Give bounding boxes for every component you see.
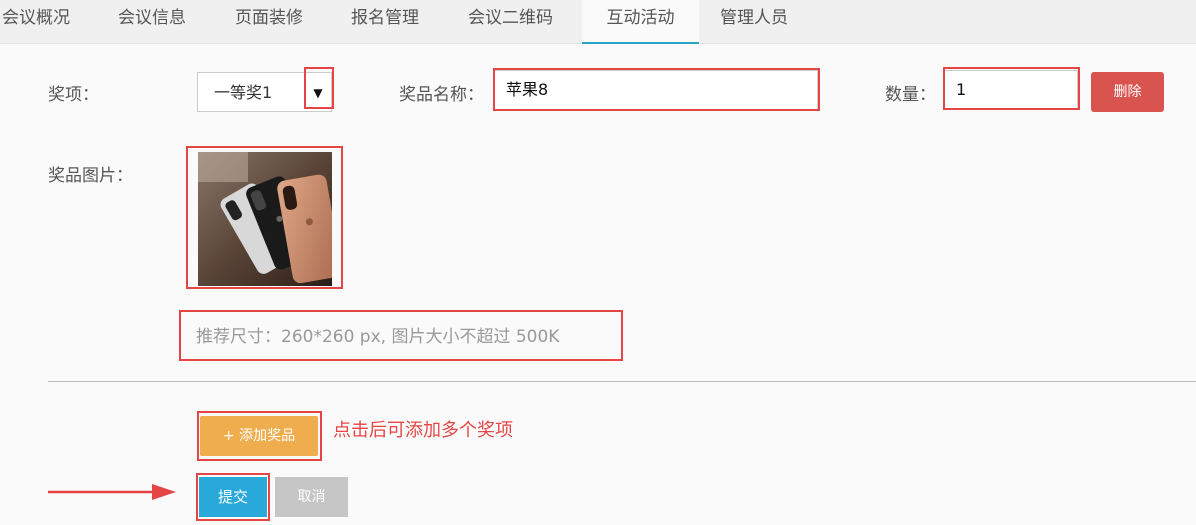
annotation-box-submit — [196, 473, 270, 521]
delete-button[interactable]: 删除 — [1091, 72, 1164, 112]
tab-qr-code[interactable]: 会议二维码 — [466, 0, 555, 44]
divider — [48, 381, 1196, 382]
annotation-box-add-prize — [197, 411, 322, 461]
prize-label: 奖项： — [48, 85, 99, 105]
annotation-box-prize-name — [493, 68, 820, 111]
tab-meeting-info[interactable]: 会议信息 — [116, 0, 188, 44]
annotation-box-select-arrow — [304, 67, 334, 109]
add-prize-note: 点击后可添加多个奖项 — [333, 420, 513, 441]
prize-name-label: 奖品名称： — [399, 85, 484, 105]
arrow-right-icon — [48, 484, 176, 500]
tab-overview[interactable]: 会议概况 — [0, 0, 72, 44]
annotation-box-hint — [179, 310, 623, 361]
tab-admins[interactable]: 管理人员 — [718, 0, 790, 44]
tab-bar: 会议概况 会议信息 页面装修 报名管理 会议二维码 互动活动 管理人员 — [0, 0, 1196, 44]
tab-registration[interactable]: 报名管理 — [349, 0, 421, 44]
quantity-label: 数量： — [885, 85, 936, 105]
prize-select-value: 一等奖1 — [214, 83, 273, 102]
annotation-box-quantity — [943, 67, 1080, 110]
annotation-box-image — [186, 146, 343, 289]
tab-interactive-activity[interactable]: 互动活动 — [582, 0, 699, 44]
tab-page-decor[interactable]: 页面装修 — [233, 0, 305, 44]
prize-image-label: 奖品图片： — [48, 166, 133, 186]
cancel-button[interactable]: 取消 — [275, 477, 348, 517]
